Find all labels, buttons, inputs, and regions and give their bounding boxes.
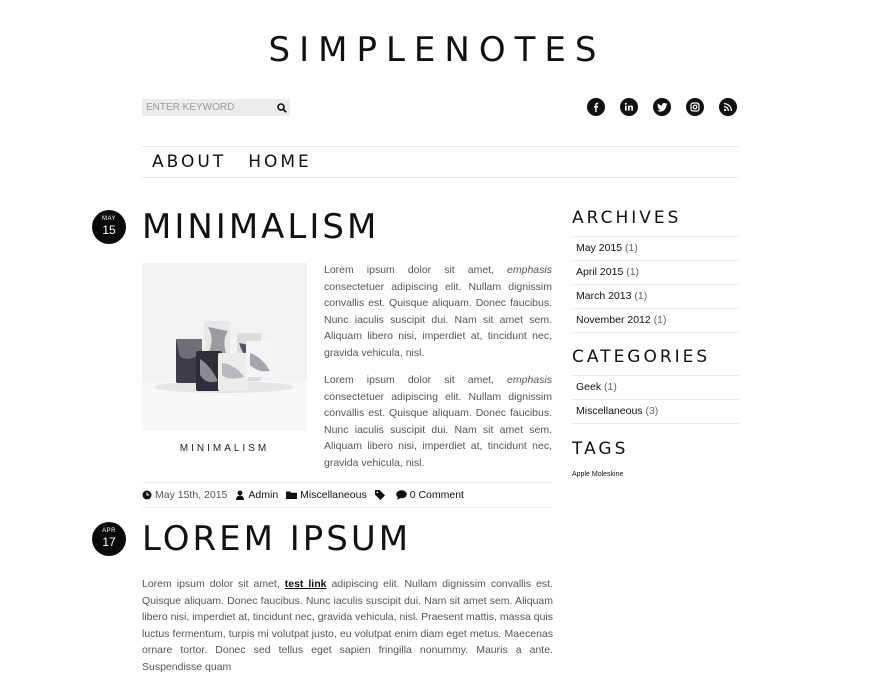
post-meta-date: May 15th, 2015	[142, 489, 227, 501]
comment-icon	[395, 490, 407, 500]
instagram-icon[interactable]	[686, 98, 704, 116]
archive-link[interactable]: May 2015	[576, 242, 622, 254]
paragraph-text: Lorem ipsum dolor sit amet,	[142, 578, 280, 590]
widget-title-tags: TAGS	[572, 439, 629, 459]
widget-title-archives: ARCHIVES	[572, 208, 682, 228]
paragraph-intro: Lorem ipsum dolor sit amet,	[324, 264, 494, 276]
archive-link[interactable]: March 2013	[576, 290, 631, 302]
post-meta-comments[interactable]: 0 Comment	[395, 489, 464, 501]
paragraph-text: adipiscing elit. Nullam dignissim conval…	[142, 578, 553, 673]
post-date-badge: APR 17	[92, 522, 126, 556]
paragraph-rest: consectetuer adipiscing elit. Nullam dig…	[324, 390, 552, 469]
paragraph-rest: consectetuer adipiscing elit. Nullam dig…	[324, 280, 552, 359]
paragraph-emphasis: emphasis	[507, 264, 552, 276]
post-paragraph: Lorem ipsum dolor sit amet, emphasis con…	[324, 262, 552, 362]
archive-item: March 2013 (1)	[572, 284, 739, 308]
twitter-icon[interactable]	[653, 98, 671, 116]
clock-icon	[142, 490, 152, 500]
archive-count: (1)	[625, 242, 638, 254]
rss-icon[interactable]	[719, 98, 737, 116]
search-button[interactable]	[274, 100, 290, 116]
category-count: (1)	[604, 381, 617, 393]
tag-link[interactable]: Apple	[572, 471, 590, 478]
tag-link[interactable]: Moleskine	[592, 471, 624, 478]
category-item: Geek (1)	[572, 375, 739, 399]
category-link[interactable]: Geek	[576, 381, 601, 393]
archive-item: May 2015 (1)	[572, 236, 739, 260]
post-date-day: 17	[102, 535, 116, 549]
archive-count: (1)	[626, 266, 640, 278]
folder-icon	[286, 491, 298, 499]
post-title[interactable]: LOREM IPSUM	[142, 519, 411, 559]
post-category-link[interactable]: Miscellaneous	[300, 489, 367, 501]
post-featured-image[interactable]	[142, 263, 307, 431]
test-link[interactable]: test link	[285, 578, 327, 590]
main-nav: ABOUT HOME	[142, 146, 739, 178]
post-paragraph: Lorem ipsum dolor sit amet, test link ad…	[142, 576, 553, 675]
widget-title-categories: CATEGORIES	[572, 347, 711, 367]
nav-item-about[interactable]: ABOUT	[152, 152, 226, 172]
nav-item-home[interactable]: HOME	[248, 152, 312, 172]
post-author-link[interactable]: Admin	[248, 489, 278, 501]
archive-item: April 2015 (1)	[572, 260, 739, 284]
archive-link[interactable]: November 2012	[576, 314, 651, 326]
tag-icon	[374, 490, 385, 500]
category-item: Miscellaneous (3)	[572, 399, 739, 424]
post-meta-author[interactable]: Admin	[235, 489, 278, 501]
tag-cloud: Apple Moleskine	[572, 471, 739, 478]
post-title[interactable]: MINIMALISM	[142, 207, 379, 247]
categories-list: Geek (1) Miscellaneous (3)	[572, 375, 739, 424]
sidebar-categories: CATEGORIES Geek (1) Miscellaneous (3)	[572, 347, 739, 424]
archives-list: May 2015 (1) April 2015 (1) March 2013 (…	[572, 236, 739, 333]
post-meta-tags[interactable]	[374, 490, 388, 500]
paragraph-intro: Lorem ipsum dolor sit amet,	[324, 374, 494, 386]
post-date-month: MAY	[101, 216, 117, 222]
search-box	[142, 99, 290, 116]
post-date-day: 15	[102, 223, 116, 237]
post-meta: May 15th, 2015 Admin Miscellaneous 0 Com…	[142, 482, 552, 508]
post-meta-category[interactable]: Miscellaneous	[286, 489, 367, 501]
post-date-text: May 15th, 2015	[155, 489, 228, 501]
search-input[interactable]	[142, 100, 274, 115]
category-count: (3)	[645, 405, 659, 417]
archive-count: (1)	[634, 290, 648, 302]
paragraph-emphasis: emphasis	[507, 374, 552, 386]
linkedin-icon[interactable]	[620, 98, 638, 116]
category-link[interactable]: Miscellaneous	[576, 405, 643, 417]
post-comments-link[interactable]: 0 Comment	[410, 489, 464, 501]
user-icon	[236, 490, 245, 500]
search-icon	[277, 102, 287, 113]
sidebar-archives: ARCHIVES May 2015 (1) April 2015 (1) Mar…	[572, 208, 739, 333]
post-date-month: APR	[102, 528, 116, 534]
facebook-icon[interactable]	[587, 98, 605, 116]
social-links	[587, 98, 737, 116]
archive-item: November 2012 (1)	[572, 308, 739, 333]
sidebar-tags: TAGS Apple Moleskine	[572, 439, 739, 478]
post-paragraph: Lorem ipsum dolor sit amet, emphasis con…	[324, 372, 552, 472]
post-date-badge: MAY 15	[92, 210, 126, 244]
image-caption: MINIMALISM	[179, 443, 270, 454]
archive-link[interactable]: April 2015	[576, 266, 623, 278]
site-title[interactable]: SIMPLENOTES	[0, 30, 874, 70]
archive-count: (1)	[653, 314, 667, 326]
